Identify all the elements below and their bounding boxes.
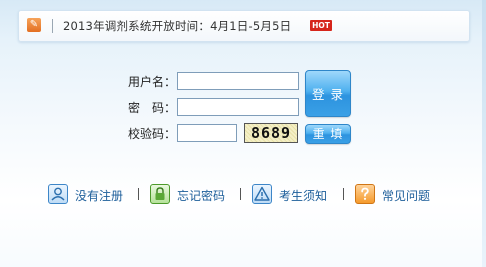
username-label: 用户名： [128,75,177,89]
captcha-image[interactable]: 8689 [244,123,298,143]
captcha-input[interactable] [177,124,237,142]
notice-divider [52,19,53,33]
link-divider [138,188,139,200]
user-icon [48,184,68,204]
lock-icon [150,184,170,204]
username-input[interactable] [177,72,299,90]
forgot-password-link[interactable]: 忘记密码 [150,184,234,206]
exam-notice-link-label: 考生须知 [279,189,328,203]
hot-badge: HOT [310,20,332,31]
login-button[interactable]: 登 录 [305,70,351,117]
notice-icon: ✎ [27,18,41,32]
register-link[interactable]: 没有注册 [48,184,132,206]
register-link-label: 没有注册 [75,189,124,203]
right-border [482,0,486,267]
password-input[interactable] [177,98,299,116]
notice-text: 2013年调剂系统开放时间：4月1日-5月5日 [63,19,292,33]
password-label: 密 码： [128,101,177,115]
forgot-password-link-label: 忘记密码 [177,189,226,203]
link-divider [343,188,344,200]
link-divider [240,188,241,200]
captcha-label: 校验码： [128,127,177,141]
notice-bar: ✎ 2013年调剂系统开放时间：4月1日-5月5日 HOT [18,10,470,42]
exam-notice-link[interactable]: 考生须知 [252,184,336,206]
reset-button[interactable]: 重 填 [305,124,351,144]
faq-link[interactable]: 常见问题 [355,184,439,206]
warning-icon [252,184,272,204]
faq-link-label: 常见问题 [382,189,431,203]
question-icon [355,184,375,204]
